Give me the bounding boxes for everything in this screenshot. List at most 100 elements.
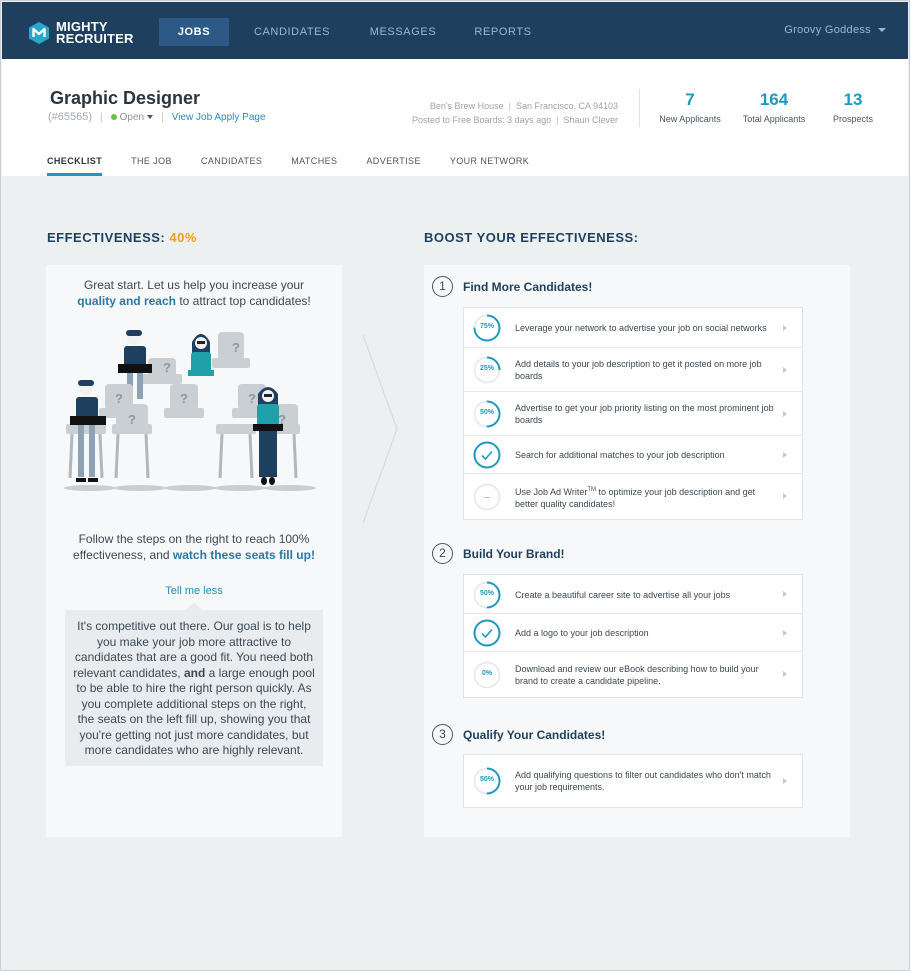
task-text: Download and review our eBook describing… bbox=[515, 663, 759, 686]
nav-candidates[interactable]: CANDIDATES bbox=[247, 18, 337, 46]
step-header: 1 Find More Candidates! bbox=[432, 276, 592, 297]
step-header: 2 Build Your Brand! bbox=[432, 543, 565, 564]
stat-total-applicants[interactable]: 164 Total Applicants bbox=[740, 90, 808, 124]
tab-checklist[interactable]: CHECKLIST bbox=[47, 156, 103, 176]
posted-info: Posted to Free Boards: 3 days ago bbox=[412, 115, 552, 125]
progress-label: 0% bbox=[481, 669, 493, 677]
status-label: Open bbox=[119, 111, 145, 123]
effectiveness-card: Great start. Let us help you increase yo… bbox=[46, 265, 342, 837]
trademark-sup: TM bbox=[587, 486, 597, 493]
separator: | bbox=[556, 115, 559, 125]
intro-text-b: to attract top candidates! bbox=[179, 294, 311, 308]
progress-label: 50% bbox=[479, 409, 494, 416]
job-header: Graphic Designer (#65565) | Open | View … bbox=[2, 59, 908, 176]
task-item[interactable]: 25% Add details to your job description … bbox=[464, 348, 802, 392]
logo-line-2: RECRUITER bbox=[56, 31, 134, 46]
task-item[interactable]: 50% Add qualifying questions to filter o… bbox=[464, 755, 802, 807]
logo[interactable]: MIGHTY RECRUITER bbox=[27, 20, 134, 46]
follow-text: Follow the steps on the right to reach 1… bbox=[46, 531, 342, 563]
task-list: 50% Create a beautiful career site to ad… bbox=[463, 574, 803, 698]
checkmark-icon bbox=[473, 441, 501, 469]
chevron-right-icon bbox=[783, 410, 787, 417]
nav-reports[interactable]: REPORTS bbox=[469, 18, 537, 46]
stat-prospects[interactable]: 13 Prospects bbox=[828, 90, 878, 124]
seat-question-mark: ? bbox=[163, 360, 171, 375]
task-item[interactable]: Add a logo to your job description bbox=[464, 614, 802, 652]
job-owner: Shaun Clever bbox=[563, 115, 618, 125]
tab-candidates[interactable]: CANDIDATES bbox=[201, 156, 262, 176]
chevron-right-icon bbox=[783, 629, 787, 636]
task-item[interactable]: 75% Leverage your network to advertise y… bbox=[464, 308, 802, 348]
view-apply-page-link[interactable]: View Job Apply Page bbox=[172, 112, 266, 123]
stat-label: New Applicants bbox=[659, 114, 721, 124]
step-title: Find More Candidates! bbox=[463, 279, 593, 294]
chevron-right-icon bbox=[783, 671, 787, 677]
app-frame: MIGHTY RECRUITER JOBS CANDIDATES MESSAGE… bbox=[0, 0, 910, 971]
effectiveness-heading: EFFECTIVENESS: 40% bbox=[47, 230, 197, 245]
tab-the-job[interactable]: THE JOB bbox=[131, 156, 172, 176]
separator: | bbox=[161, 111, 164, 123]
step-number: 3 bbox=[432, 724, 453, 745]
tab-matches[interactable]: MATCHES bbox=[291, 156, 337, 176]
chevron-right-icon bbox=[783, 777, 787, 784]
logo-wordmark: MIGHTY RECRUITER bbox=[56, 20, 134, 46]
stat-value: 164 bbox=[759, 90, 789, 109]
task-text: Add details to your job description to g… bbox=[515, 359, 762, 381]
effectiveness-value: 40% bbox=[169, 230, 197, 245]
stat-new-applicants[interactable]: 7 New Applicants bbox=[658, 90, 722, 124]
task-text: Leverage your network to advertise your … bbox=[515, 323, 767, 333]
nav-messages[interactable]: MESSAGES bbox=[364, 18, 442, 46]
boost-heading: BOOST YOUR EFFECTIVENESS: bbox=[424, 230, 639, 245]
step-number: 2 bbox=[432, 543, 453, 564]
chevron-right-icon bbox=[783, 451, 787, 458]
logo-icon bbox=[27, 21, 51, 45]
task-item[interactable]: – Use Job Ad WriterTM to optimize your j… bbox=[464, 474, 802, 519]
task-list: 50% Add qualifying questions to filter o… bbox=[463, 754, 803, 808]
seat-question-mark: ? bbox=[232, 340, 240, 355]
status-dropdown[interactable]: Open bbox=[110, 111, 154, 123]
tell-me-less-link[interactable]: Tell me less bbox=[46, 585, 342, 597]
job-location: San Francisco, CA 94103 bbox=[515, 101, 618, 111]
separator: | bbox=[100, 111, 103, 123]
progress-label: 75% bbox=[479, 323, 494, 330]
progress-label: 50% bbox=[479, 776, 494, 783]
step-header: 3 Qualify Your Candidates! bbox=[432, 724, 605, 745]
task-item[interactable]: 50% Advertise to get your job priority l… bbox=[464, 392, 802, 436]
chevron-right-icon bbox=[362, 334, 398, 524]
job-id: (#65565) bbox=[48, 111, 93, 123]
task-text: Search for additional matches to your jo… bbox=[515, 450, 725, 460]
progress-label: – bbox=[484, 491, 490, 503]
chevron-down-icon bbox=[147, 115, 154, 119]
tab-advertise[interactable]: ADVERTISE bbox=[366, 156, 420, 176]
seat-question-mark: ? bbox=[128, 412, 136, 427]
step-title: Build Your Brand! bbox=[463, 546, 565, 561]
stat-label: Prospects bbox=[832, 114, 874, 124]
task-text: Add a logo to your job description bbox=[515, 628, 649, 638]
task-item[interactable]: 0% Download and review our eBook describ… bbox=[464, 652, 802, 697]
stat-value: 13 bbox=[843, 90, 863, 109]
tab-your-network[interactable]: YOUR NETWORK bbox=[450, 156, 529, 176]
follow-highlight: watch these seats fill up! bbox=[172, 548, 315, 562]
task-item[interactable]: 50% Create a beautiful career site to ad… bbox=[464, 575, 802, 614]
status-dot-icon bbox=[110, 114, 117, 120]
job-title: Graphic Designer bbox=[50, 88, 201, 108]
task-text: Add qualifying questions to filter out c… bbox=[515, 770, 771, 792]
top-navigation: MIGHTY RECRUITER JOBS CANDIDATES MESSAGE… bbox=[2, 2, 908, 59]
boost-card: 1 Find More Candidates! 75% Leverage you… bbox=[424, 265, 850, 837]
nav-jobs[interactable]: JOBS bbox=[159, 18, 229, 46]
job-tabs: CHECKLIST THE JOB CANDIDATES MATCHES ADV… bbox=[47, 156, 558, 176]
user-menu[interactable]: Groovy Goddess bbox=[784, 24, 886, 36]
task-list: 75% Leverage your network to advertise y… bbox=[463, 307, 803, 520]
company-name: Ben's Brew House bbox=[429, 101, 504, 111]
task-item[interactable]: Search for additional matches to your jo… bbox=[464, 436, 802, 474]
intro-text: Great start. Let us help you increase yo… bbox=[46, 277, 342, 309]
task-text-a: Use Job Ad Writer bbox=[515, 486, 588, 497]
seats-illustration: ? ? ? ? ? ? ? bbox=[64, 330, 316, 491]
step-title: Qualify Your Candidates! bbox=[463, 727, 606, 742]
explanation-box: It's competitive out there. Our goal is … bbox=[65, 602, 323, 766]
person-figure bbox=[188, 334, 214, 376]
explanation-bold: and bbox=[183, 665, 206, 680]
divider bbox=[639, 89, 640, 127]
separator: | bbox=[508, 101, 511, 111]
progress-label: 50% bbox=[479, 589, 494, 597]
